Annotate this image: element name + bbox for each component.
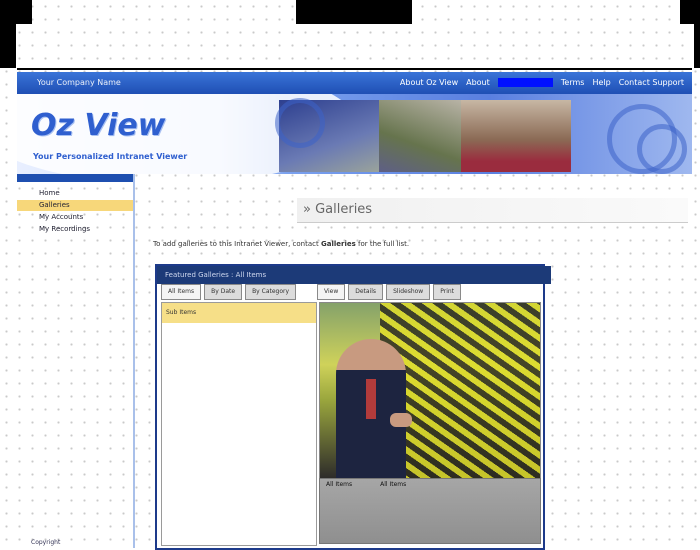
sidebar-item-galleries[interactable]: Galleries xyxy=(17,200,133,211)
tab-view[interactable]: View xyxy=(317,284,346,300)
black-block-top-right xyxy=(680,0,700,24)
tab-print[interactable]: Print xyxy=(433,284,462,300)
nav-terms[interactable]: Terms xyxy=(561,78,585,87)
top-nav: About Oz View About Contact Terms Help C… xyxy=(400,78,684,87)
list-item[interactable]: Sub Items xyxy=(162,303,316,323)
nav-about[interactable]: About xyxy=(466,78,490,87)
status-label: All Items xyxy=(326,481,353,488)
page-title: » Galleries xyxy=(297,198,688,223)
nav-about-ozview[interactable]: About Oz View xyxy=(400,78,458,87)
gallery-panel: Featured Galleries : All Items All Items… xyxy=(155,264,551,550)
sidebar-menu: Home Galleries My Accounts My Recordings xyxy=(17,188,133,235)
intro-prefix: To add galleries to this Intranet Viewer… xyxy=(153,240,321,248)
right-tab-bar: View Details Slideshow Print xyxy=(317,284,464,300)
left-tab-bar: All Items By Date By Category xyxy=(161,284,299,300)
brand-label: Your Company Name xyxy=(37,78,121,87)
tab-details[interactable]: Details xyxy=(348,284,384,300)
tab-all-items[interactable]: All Items xyxy=(161,284,202,300)
banner-photo-house xyxy=(379,100,461,172)
top-nav-bar: Your Company Name About Oz View About Co… xyxy=(17,72,692,94)
black-block-top-left xyxy=(0,0,32,24)
black-block-left-strip xyxy=(0,24,16,68)
header-banner: Oz View Your Personalized Intranet Viewe… xyxy=(17,94,692,174)
site-tagline: Your Personalized Intranet Viewer xyxy=(33,152,188,161)
decorative-ring-icon xyxy=(637,124,687,174)
tab-by-date[interactable]: By Date xyxy=(204,284,243,300)
viewer-photo-hand xyxy=(390,413,412,427)
sidebar-top-bar xyxy=(17,174,133,182)
gallery-list: Sub Items xyxy=(161,302,317,546)
banner-photo-car xyxy=(461,100,571,172)
page: Your Company Name About Oz View About Co… xyxy=(17,72,692,550)
intro-suffix: for the full list. xyxy=(355,240,410,248)
black-block-top-middle xyxy=(296,0,412,24)
panel-title: Featured Galleries : All Items xyxy=(157,266,551,284)
nav-help[interactable]: Help xyxy=(592,78,610,87)
nav-contact-support[interactable]: Contact Support xyxy=(619,78,684,87)
nav-contact[interactable]: Contact xyxy=(497,78,553,87)
black-block-right-strip xyxy=(694,24,700,68)
image-viewer[interactable] xyxy=(319,302,541,480)
intro-text: To add galleries to this Intranet Viewer… xyxy=(153,240,409,248)
sidebar-footer: Copyright xyxy=(31,539,61,546)
intro-link[interactable]: Galleries xyxy=(321,240,356,248)
site-logo-title[interactable]: Oz View xyxy=(31,108,165,143)
viewer-status-bar: All Items All Items xyxy=(319,478,541,544)
sidebar: Home Galleries My Accounts My Recordings… xyxy=(17,174,135,548)
viewer-photo-tie xyxy=(366,379,376,419)
decorative-ring-icon xyxy=(275,98,325,148)
tab-slideshow[interactable]: Slideshow xyxy=(386,284,431,300)
sidebar-item-home[interactable]: Home xyxy=(17,188,133,199)
tab-by-category[interactable]: By Category xyxy=(245,284,297,300)
sidebar-item-my-accounts[interactable]: My Accounts xyxy=(17,212,133,223)
status-label: All Items xyxy=(380,481,407,488)
sidebar-item-my-recordings[interactable]: My Recordings xyxy=(17,224,133,235)
divider-line xyxy=(17,68,692,70)
main-content: » Galleries To add galleries to this Int… xyxy=(135,174,692,550)
